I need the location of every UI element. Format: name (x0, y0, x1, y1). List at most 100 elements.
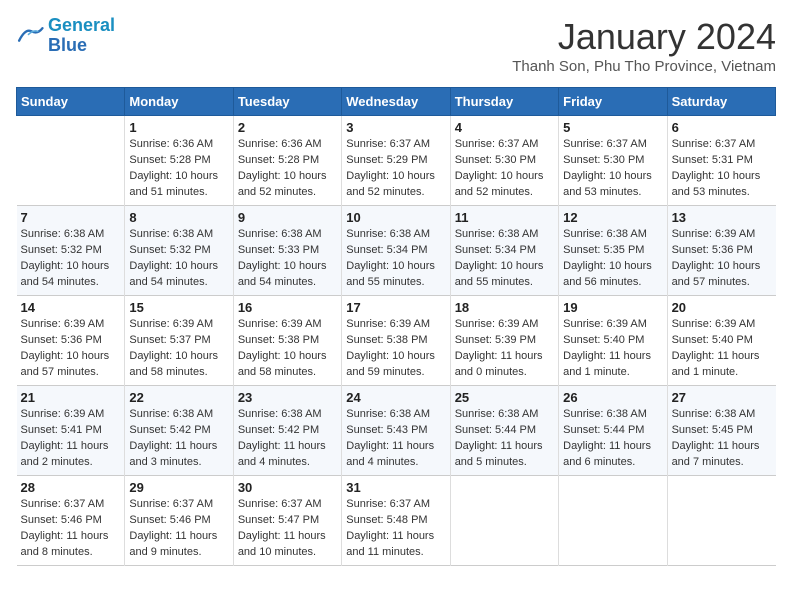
day-info: Sunrise: 6:37 AMSunset: 5:30 PMDaylight:… (563, 137, 662, 201)
day-info: Sunrise: 6:38 AMSunset: 5:34 PMDaylight:… (346, 227, 445, 291)
day-info: Sunrise: 6:38 AMSunset: 5:43 PMDaylight:… (346, 407, 445, 471)
day-number: 7 (21, 210, 121, 225)
day-info: Sunrise: 6:38 AMSunset: 5:42 PMDaylight:… (129, 407, 228, 471)
calendar-cell: 25Sunrise: 6:38 AMSunset: 5:44 PMDayligh… (450, 386, 558, 476)
sunrise-text: Sunrise: 6:37 AM (346, 138, 430, 150)
sunrise-text: Sunrise: 6:37 AM (346, 498, 430, 510)
sunrise-text: Sunrise: 6:39 AM (21, 408, 105, 420)
day-number: 30 (238, 480, 337, 495)
sunrise-text: Sunrise: 6:38 AM (672, 408, 756, 420)
sunrise-text: Sunrise: 6:39 AM (672, 228, 756, 240)
day-info: Sunrise: 6:39 AMSunset: 5:39 PMDaylight:… (455, 317, 554, 381)
daylight-text: Daylight: 10 hours and 51 minutes. (129, 170, 218, 198)
calendar-cell: 23Sunrise: 6:38 AMSunset: 5:42 PMDayligh… (233, 386, 341, 476)
sunset-text: Sunset: 5:48 PM (346, 514, 427, 526)
calendar-cell: 10Sunrise: 6:38 AMSunset: 5:34 PMDayligh… (342, 206, 450, 296)
sunrise-text: Sunrise: 6:39 AM (563, 318, 647, 330)
calendar-cell (559, 476, 667, 566)
weekday-header: Monday (125, 88, 233, 116)
day-number: 15 (129, 300, 228, 315)
daylight-text: Daylight: 10 hours and 53 minutes. (672, 170, 761, 198)
calendar-week-row: 21Sunrise: 6:39 AMSunset: 5:41 PMDayligh… (17, 386, 776, 476)
sunset-text: Sunset: 5:44 PM (563, 424, 644, 436)
day-number: 8 (129, 210, 228, 225)
daylight-text: Daylight: 10 hours and 52 minutes. (238, 170, 327, 198)
day-number: 4 (455, 120, 554, 135)
daylight-text: Daylight: 10 hours and 52 minutes. (455, 170, 544, 198)
sunset-text: Sunset: 5:29 PM (346, 154, 427, 166)
sunrise-text: Sunrise: 6:37 AM (672, 138, 756, 150)
calendar-cell (17, 116, 125, 206)
weekday-header-row: SundayMondayTuesdayWednesdayThursdayFrid… (17, 88, 776, 116)
day-info: Sunrise: 6:36 AMSunset: 5:28 PMDaylight:… (238, 137, 337, 201)
day-number: 27 (672, 390, 772, 405)
calendar-week-row: 28Sunrise: 6:37 AMSunset: 5:46 PMDayligh… (17, 476, 776, 566)
day-number: 29 (129, 480, 228, 495)
day-number: 26 (563, 390, 662, 405)
calendar-table: SundayMondayTuesdayWednesdayThursdayFrid… (16, 87, 776, 566)
daylight-text: Daylight: 11 hours and 4 minutes. (346, 440, 434, 468)
day-number: 6 (672, 120, 772, 135)
sunrise-text: Sunrise: 6:39 AM (346, 318, 430, 330)
calendar-week-row: 14Sunrise: 6:39 AMSunset: 5:36 PMDayligh… (17, 296, 776, 386)
sunrise-text: Sunrise: 6:37 AM (455, 138, 539, 150)
day-number: 31 (346, 480, 445, 495)
day-info: Sunrise: 6:39 AMSunset: 5:36 PMDaylight:… (672, 227, 772, 291)
sunset-text: Sunset: 5:42 PM (238, 424, 319, 436)
day-number: 22 (129, 390, 228, 405)
calendar-cell (667, 476, 775, 566)
daylight-text: Daylight: 11 hours and 7 minutes. (672, 440, 760, 468)
daylight-text: Daylight: 10 hours and 55 minutes. (346, 260, 435, 288)
daylight-text: Daylight: 11 hours and 2 minutes. (21, 440, 109, 468)
sunset-text: Sunset: 5:43 PM (346, 424, 427, 436)
weekday-header: Wednesday (342, 88, 450, 116)
day-number: 9 (238, 210, 337, 225)
calendar-cell: 29 Sunrise: 6:37 AMSunset: 5:46 PMDayligh… (125, 476, 233, 566)
day-info: Sunrise: 6:39 AMSunset: 5:36 PMDaylight:… (21, 317, 121, 381)
sunset-text: Sunset: 5:37 PM (129, 334, 210, 346)
day-info: Sunrise: 6:37 AMSunset: 5:30 PMDaylight:… (455, 137, 554, 201)
sunset-text: Sunset: 5:46 PM (21, 514, 102, 526)
day-number: 16 (238, 300, 337, 315)
day-info: Sunrise: 6:38 AM Sunset: 5:45 PM Daylight:… (672, 407, 772, 471)
calendar-cell: 6Sunrise: 6:37 AMSunset: 5:31 PMDaylight… (667, 116, 775, 206)
sunrise-text: Sunrise: 6:37 AM (129, 498, 213, 510)
calendar-week-row: 1Sunrise: 6:36 AMSunset: 5:28 PMDaylight… (17, 116, 776, 206)
sunrise-text: Sunrise: 6:38 AM (455, 228, 539, 240)
calendar-cell: 20Sunrise: 6:39 AMSunset: 5:40 PMDayligh… (667, 296, 775, 386)
weekday-header: Tuesday (233, 88, 341, 116)
day-number: 13 (672, 210, 772, 225)
daylight-text: Daylight: 10 hours and 59 minutes. (346, 350, 435, 378)
day-info: Sunrise: 6:39 AMSunset: 5:40 PMDaylight:… (563, 317, 662, 381)
sunrise-text: Sunrise: 6:38 AM (563, 228, 647, 240)
month-title: January 2024 (512, 16, 776, 58)
daylight-text: Daylight: 10 hours and 54 minutes. (129, 260, 218, 288)
day-info: Sunrise: 6:39 AMSunset: 5:40 PMDaylight:… (672, 317, 772, 381)
sunrise-text: Sunrise: 6:38 AM (346, 228, 430, 240)
sunset-text: Sunset: 5:34 PM (455, 244, 536, 256)
daylight-text: Daylight: 10 hours and 55 minutes. (455, 260, 544, 288)
day-info: Sunrise: 6:39 AMSunset: 5:37 PMDaylight:… (129, 317, 228, 381)
day-info: Sunrise: 6:37 AMSunset: 5:46 PMDaylight:… (21, 497, 121, 561)
sunset-text: Sunset: 5:32 PM (129, 244, 210, 256)
sunset-text: Sunset: 5:36 PM (672, 244, 753, 256)
sunset-text: Sunset: 5:45 PM (672, 424, 753, 436)
daylight-text: Daylight: 11 hours and 6 minutes. (563, 440, 651, 468)
sunrise-text: Sunrise: 6:36 AM (129, 138, 213, 150)
day-info: Sunrise: 6:38 AMSunset: 5:44 PMDaylight:… (455, 407, 554, 471)
day-number: 28 (21, 480, 121, 495)
day-info: Sunrise: 6:37 AM Sunset: 5:48 PM Daylight:… (346, 497, 445, 561)
daylight-text: Daylight: 10 hours and 57 minutes. (21, 350, 110, 378)
day-info: Sunrise: 6:39 AMSunset: 5:38 PMDaylight:… (346, 317, 445, 381)
calendar-cell: 14Sunrise: 6:39 AMSunset: 5:36 PMDayligh… (17, 296, 125, 386)
sunrise-text: Sunrise: 6:39 AM (21, 318, 105, 330)
day-info: Sunrise: 6:38 AMSunset: 5:42 PMDaylight:… (238, 407, 337, 471)
weekday-header: Thursday (450, 88, 558, 116)
daylight-text: Daylight: 11 hours and 11 minutes. (346, 530, 434, 558)
calendar-cell: 11Sunrise: 6:38 AMSunset: 5:34 PMDayligh… (450, 206, 558, 296)
daylight-text: Daylight: 10 hours and 56 minutes. (563, 260, 652, 288)
sunset-text: Sunset: 5:41 PM (21, 424, 102, 436)
day-number: 12 (563, 210, 662, 225)
title-block: January 2024 Thanh Son, Phu Tho Province… (512, 16, 776, 75)
day-info: Sunrise: 6:37 AMSunset: 5:46 PMDaylight:… (129, 497, 228, 561)
